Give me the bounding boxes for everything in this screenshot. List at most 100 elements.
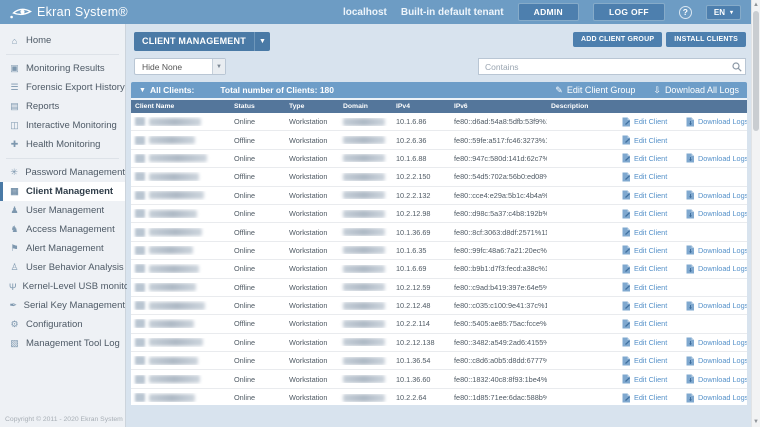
redacted-client-name <box>149 173 199 181</box>
edit-client-link[interactable]: Edit Client <box>622 301 682 311</box>
sidebar-item-configuration[interactable]: ⚙ Configuration <box>0 315 125 334</box>
domain-cell <box>339 228 392 236</box>
ipv4-cell: 10.1.36.54 <box>392 356 450 365</box>
status-cell: Online <box>230 301 285 310</box>
sidebar-item-interactive-monitoring[interactable]: ◫ Interactive Monitoring <box>0 116 125 135</box>
scroll-up-icon[interactable]: ▲ <box>752 0 760 10</box>
edit-document-icon <box>622 190 631 200</box>
download-logs-link[interactable]: Download Logs <box>686 209 747 219</box>
redacted-client-name <box>149 338 203 346</box>
sidebar-item-user-behavior-analysis[interactable]: ♙ User Behavior Analysis <box>0 258 125 277</box>
client-name-cell <box>131 301 230 310</box>
download-logs-link[interactable]: Download Logs <box>686 117 747 127</box>
sidebar-item-alert-management[interactable]: ⚑ Alert Management <box>0 239 125 258</box>
ipv4-cell: 10.2.2.132 <box>392 191 450 200</box>
table-row: Online Workstation 10.2.12.98 fe80::d98c… <box>131 205 747 223</box>
vertical-scrollbar[interactable]: ▲ ▼ <box>751 0 760 427</box>
edit-client-link[interactable]: Edit Client <box>622 135 682 145</box>
edit-client-link[interactable]: Edit Client <box>622 172 682 182</box>
status-cell: Offline <box>230 228 285 237</box>
edit-client-link[interactable]: Edit Client <box>622 356 682 366</box>
download-logs-link[interactable]: Download Logs <box>686 190 747 200</box>
sidebar-item-user-management[interactable]: ♟ User Management <box>0 201 125 220</box>
domain-cell <box>339 173 392 181</box>
scroll-down-icon[interactable]: ▼ <box>752 417 760 427</box>
sidebar-item-kernel-level-usb-monitoring[interactable]: Ψ Kernel-Level USB monitoring <box>0 277 125 296</box>
sidebar-item-serial-key-management[interactable]: ✒ Serial Key Management <box>0 296 125 315</box>
help-icon[interactable]: ? <box>679 6 692 19</box>
top-bar: Ekran System® localhost Built-in default… <box>0 0 751 24</box>
edit-client-link[interactable]: Edit Client <box>622 337 682 347</box>
ipv4-cell: 10.2.2.150 <box>392 172 450 181</box>
client-name-cell <box>131 154 230 163</box>
download-logs-link[interactable]: Download Logs <box>686 356 747 366</box>
sidebar-item-reports[interactable]: ▤ Reports <box>0 97 125 116</box>
client-name-cell <box>131 283 230 292</box>
edit-client-link[interactable]: Edit Client <box>622 227 682 237</box>
sidebar-item-health-monitoring[interactable]: ✚ Health Monitoring <box>0 135 125 154</box>
computer-icon <box>135 154 145 163</box>
edit-client-link[interactable]: Edit Client <box>622 190 682 200</box>
chevron-down-icon: ▾ <box>730 9 733 16</box>
download-logs-link[interactable]: Download Logs <box>686 264 747 274</box>
sidebar-item-management-tool-log[interactable]: ▧ Management Tool Log <box>0 334 125 353</box>
download-document-icon <box>686 393 695 403</box>
client-management-tab[interactable]: CLIENT MANAGEMENT ▼ <box>134 32 270 51</box>
download-logs-link[interactable]: Download Logs <box>686 393 747 403</box>
ipv4-cell: 10.1.6.86 <box>392 117 450 126</box>
status-cell: Online <box>230 356 285 365</box>
collapse-group-icon[interactable]: ▼ <box>139 87 146 94</box>
table-row: Online Workstation 10.1.6.69 fe80::b9b1:… <box>131 260 747 278</box>
computer-icon <box>135 301 145 310</box>
language-selector[interactable]: EN ▾ <box>706 5 741 20</box>
sidebar-item-monitoring-results[interactable]: ▣ Monitoring Results <box>0 59 125 78</box>
download-logs-link[interactable]: Download Logs <box>686 301 747 311</box>
copyright-text: Copyright © 2011 - 2020 Ekran System <box>5 416 123 423</box>
domain-cell <box>339 246 392 254</box>
edit-client-group-link[interactable]: ✎ Edit Client Group <box>555 85 635 96</box>
admin-menu-button[interactable]: ADMIN <box>518 3 579 21</box>
status-cell: Online <box>230 209 285 218</box>
download-all-logs-link[interactable]: ⇩ Download All Logs <box>653 85 739 96</box>
download-document-icon <box>686 117 695 127</box>
client-name-cell <box>131 338 230 347</box>
edit-client-link[interactable]: Edit Client <box>622 117 682 127</box>
edit-client-link[interactable]: Edit Client <box>622 319 682 329</box>
sidebar-item-forensic-export-history[interactable]: ☰ Forensic Export History <box>0 78 125 97</box>
total-clients-label: Total number of Clients: 180 <box>220 85 334 95</box>
main-content: CLIENT MANAGEMENT ▼ ADD CLIENT GROUP INS… <box>127 24 751 427</box>
ipv4-cell: 10.1.6.69 <box>392 264 450 273</box>
edit-document-icon <box>622 209 631 219</box>
edit-client-link[interactable]: Edit Client <box>622 209 682 219</box>
password-management-icon: ✳ <box>9 167 19 178</box>
sidebar-item-home[interactable]: ⌂ Home <box>0 31 125 50</box>
search-icon[interactable] <box>729 62 745 72</box>
chevron-down-icon[interactable]: ▼ <box>254 32 270 51</box>
edit-client-link[interactable]: Edit Client <box>622 245 682 255</box>
edit-client-link[interactable]: Edit Client <box>622 282 682 292</box>
hide-filter-select[interactable]: Hide None ▼ <box>134 58 226 75</box>
add-client-group-button[interactable]: ADD CLIENT GROUP <box>573 32 662 47</box>
edit-document-icon <box>622 135 631 145</box>
brand-name: Ekran System® <box>37 5 128 19</box>
edit-client-link[interactable]: Edit Client <box>622 374 682 384</box>
sidebar-item-access-management[interactable]: ♞ Access Management <box>0 220 125 239</box>
edit-client-link[interactable]: Edit Client <box>622 393 682 403</box>
col-ipv6: IPv6 <box>450 103 547 110</box>
install-clients-button[interactable]: INSTALL CLIENTS <box>666 32 746 47</box>
sidebar-item-password-management[interactable]: ✳ Password Management <box>0 163 125 182</box>
redacted-client-name <box>149 357 198 365</box>
download-logs-link[interactable]: Download Logs <box>686 153 747 163</box>
edit-client-link[interactable]: Edit Client <box>622 264 682 274</box>
search-input[interactable] <box>479 62 729 72</box>
download-logs-link[interactable]: Download Logs <box>686 374 747 384</box>
download-logs-link[interactable]: Download Logs <box>686 245 747 255</box>
logoff-button[interactable]: LOG OFF <box>593 3 665 21</box>
ipv4-cell: 10.2.12.138 <box>392 338 450 347</box>
sidebar-item-client-management[interactable]: ▦ Client Management <box>0 182 125 201</box>
scrollbar-thumb[interactable] <box>753 11 759 131</box>
table-row: Online Workstation 10.2.12.138 fe80::348… <box>131 334 747 352</box>
download-document-icon <box>686 245 695 255</box>
download-logs-link[interactable]: Download Logs <box>686 337 747 347</box>
edit-client-link[interactable]: Edit Client <box>622 153 682 163</box>
